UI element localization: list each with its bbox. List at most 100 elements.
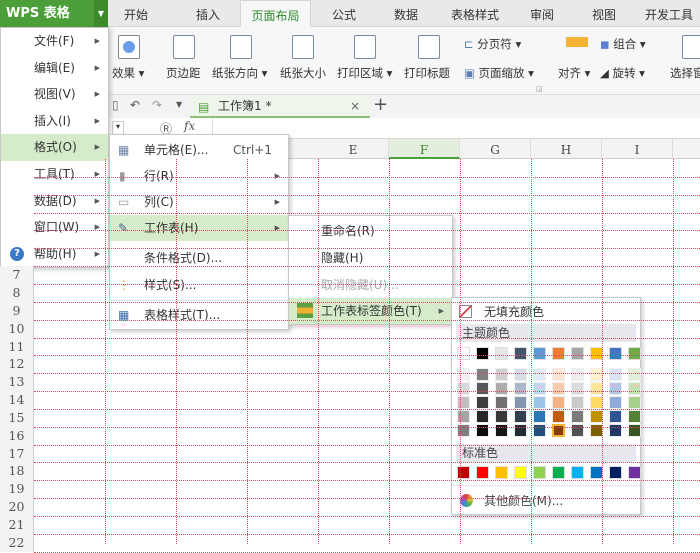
theme-color-swatch[interactable] xyxy=(533,347,546,360)
standard-color-swatch[interactable] xyxy=(476,466,489,479)
row-header-10[interactable]: 10 xyxy=(0,319,34,338)
row-header-18[interactable]: 18 xyxy=(0,462,34,481)
theme-shade-swatch[interactable] xyxy=(571,410,584,423)
theme-shade-swatch[interactable] xyxy=(571,396,584,409)
main-menu-item-6[interactable]: 数据(D) ▶ xyxy=(1,188,108,215)
main-menu-item-4[interactable]: 格式(O) ▶ xyxy=(1,134,108,162)
menu-item-table-style[interactable]: ▦ 表格样式(T)... xyxy=(110,302,288,328)
standard-color-swatch[interactable] xyxy=(533,466,546,479)
group-button[interactable]: ◼ 组合 ▾ xyxy=(600,36,646,52)
theme-shade-swatch[interactable] xyxy=(495,368,508,381)
menu-item-column[interactable]: ▭ 列(C) ▶ xyxy=(110,189,288,215)
theme-shade-swatch[interactable] xyxy=(533,396,546,409)
row-header-19[interactable]: 19 xyxy=(0,480,34,499)
main-menu-item-8[interactable]: 帮助(H) ▶? xyxy=(1,241,108,268)
theme-shade-swatch[interactable] xyxy=(514,382,527,395)
tab-2[interactable]: 页面布局 xyxy=(240,0,311,27)
more-colors-option[interactable]: 其他颜色(M)... xyxy=(452,488,640,514)
row-header-11[interactable]: 11 xyxy=(0,337,34,356)
theme-shade-swatch[interactable] xyxy=(609,410,622,423)
standard-color-swatch[interactable] xyxy=(514,466,527,479)
column-header-H[interactable]: H xyxy=(531,139,602,159)
theme-shade-swatch[interactable] xyxy=(476,382,489,395)
theme-shade-swatch[interactable] xyxy=(476,410,489,423)
menu-item-cell[interactable]: ▦ 单元格(E)... Ctrl+1 xyxy=(110,137,288,163)
main-menu-item-1[interactable]: 编辑(E) ▶ xyxy=(1,55,108,82)
selection-pane-button[interactable]: 选择窗 xyxy=(670,65,700,81)
standard-color-swatch[interactable] xyxy=(609,466,622,479)
close-tab-icon[interactable]: × xyxy=(350,96,360,116)
theme-shade-swatch[interactable] xyxy=(552,410,565,423)
theme-shade-swatch[interactable] xyxy=(552,368,565,381)
main-menu-item-5[interactable]: 工具(T) ▶ xyxy=(1,161,108,188)
theme-shade-swatch[interactable] xyxy=(571,368,584,381)
row-header-22[interactable]: 22 xyxy=(0,533,34,552)
tab-5[interactable]: 表格样式 xyxy=(440,0,510,27)
standard-color-swatch[interactable] xyxy=(495,466,508,479)
page-break-button[interactable]: ⊏ 分页符 ▾ xyxy=(464,36,521,52)
orientation-button[interactable]: 纸张方向 ▾ xyxy=(212,65,267,81)
tab-0[interactable]: 开始 xyxy=(108,0,164,27)
standard-color-swatch[interactable] xyxy=(552,466,565,479)
theme-shade-swatch[interactable] xyxy=(476,368,489,381)
theme-shade-swatch[interactable] xyxy=(571,382,584,395)
name-box-dropdown[interactable]: ▾ xyxy=(112,121,124,135)
main-menu-item-0[interactable]: 文件(F) ▶ xyxy=(1,28,108,55)
fx-button[interactable]: fx xyxy=(184,119,195,133)
redo-icon[interactable]: ↷ xyxy=(152,98,162,112)
column-header-I[interactable]: I xyxy=(602,139,673,159)
theme-color-swatch[interactable] xyxy=(628,347,641,360)
theme-color-swatch[interactable] xyxy=(495,347,508,360)
standard-color-swatch[interactable] xyxy=(457,466,470,479)
row-header-17[interactable]: 17 xyxy=(0,444,34,463)
row-header-13[interactable]: 13 xyxy=(0,373,34,392)
theme-shade-swatch[interactable] xyxy=(495,410,508,423)
standard-color-swatch[interactable] xyxy=(628,466,641,479)
new-tab-button[interactable]: + xyxy=(373,94,388,115)
theme-color-swatch[interactable] xyxy=(457,347,470,360)
column-header-G[interactable]: G xyxy=(460,139,531,159)
theme-shade-swatch[interactable] xyxy=(457,368,470,381)
theme-shade-swatch[interactable] xyxy=(457,410,470,423)
main-menu-item-7[interactable]: 窗口(W) ▶ xyxy=(1,214,108,241)
margins-button[interactable]: 页边距 xyxy=(166,65,201,81)
paper-size-button[interactable]: 纸张大小 xyxy=(280,65,326,81)
theme-shade-swatch[interactable] xyxy=(514,368,527,381)
main-menu-item-3[interactable]: 插入(I) ▶ xyxy=(1,108,108,135)
theme-shade-swatch[interactable] xyxy=(476,396,489,409)
effects-button[interactable]: 效果 ▾ xyxy=(112,65,144,81)
theme-shade-swatch[interactable] xyxy=(514,410,527,423)
theme-shade-swatch[interactable] xyxy=(457,396,470,409)
theme-shade-swatch[interactable] xyxy=(495,382,508,395)
page-zoom-button[interactable]: ▣ 页面缩放 ▾ xyxy=(464,65,534,81)
workbook-tab[interactable]: ▤ 工作簿1 * × xyxy=(190,96,370,118)
wps-dropdown-icon[interactable]: ▼ xyxy=(94,0,108,27)
theme-color-swatch[interactable] xyxy=(514,347,527,360)
print-titles-button[interactable]: 打印标题 xyxy=(404,65,450,81)
print-preview-icon[interactable]: ▯ xyxy=(112,98,119,112)
theme-shade-swatch[interactable] xyxy=(533,410,546,423)
theme-shade-swatch[interactable] xyxy=(533,382,546,395)
row-header-20[interactable]: 20 xyxy=(0,498,34,517)
theme-color-swatch[interactable] xyxy=(476,347,489,360)
main-menu-item-2[interactable]: 视图(V) ▶ xyxy=(1,81,108,108)
theme-shade-swatch[interactable] xyxy=(552,396,565,409)
theme-shade-swatch[interactable] xyxy=(457,382,470,395)
theme-shade-swatch[interactable] xyxy=(533,368,546,381)
theme-shade-swatch[interactable] xyxy=(628,368,641,381)
row-header-21[interactable]: 21 xyxy=(0,516,34,534)
standard-color-swatch[interactable] xyxy=(571,466,584,479)
row-header-8[interactable]: 8 xyxy=(0,283,34,302)
no-fill-option[interactable]: 无填充颜色 xyxy=(452,299,640,325)
theme-shade-swatch[interactable] xyxy=(609,396,622,409)
customize-dropdown-icon[interactable]: ▼ xyxy=(176,100,182,109)
column-header-E[interactable]: E xyxy=(318,139,389,159)
theme-shade-swatch[interactable] xyxy=(609,368,622,381)
menu-item-style[interactable]: ⋮ 样式(S)... xyxy=(110,272,288,298)
theme-color-swatch[interactable] xyxy=(552,347,565,360)
tab-6[interactable]: 审阅 xyxy=(514,0,570,27)
theme-color-swatch[interactable] xyxy=(609,347,622,360)
theme-shade-swatch[interactable] xyxy=(495,396,508,409)
theme-shade-swatch[interactable] xyxy=(628,382,641,395)
dialog-launcher-icon[interactable]: ◲ xyxy=(536,85,543,93)
